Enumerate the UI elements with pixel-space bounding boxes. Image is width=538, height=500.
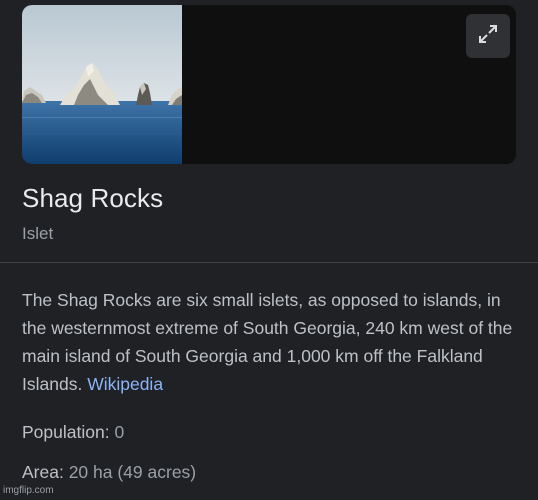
place-type: Islet: [22, 224, 54, 243]
divider: [0, 262, 538, 263]
area-value: 20 ha (49 acres): [68, 462, 197, 482]
imgflip-watermark: imgflip.com: [3, 485, 54, 496]
population-value: 0: [114, 422, 125, 442]
fact-area: Area: 20 ha (49 acres): [22, 462, 196, 483]
fact-population: Population: 0: [22, 422, 124, 443]
description-block: The Shag Rocks are six small islets, as …: [22, 286, 522, 398]
expand-button[interactable]: [466, 14, 510, 58]
population-label: Population:: [22, 422, 110, 442]
media-gallery: [22, 5, 516, 164]
area-label: Area:: [22, 462, 64, 482]
place-photo[interactable]: [22, 5, 182, 164]
knowledge-panel: Shag Rocks Islet The Shag Rocks are six …: [0, 0, 538, 500]
wikipedia-link[interactable]: Wikipedia: [87, 374, 163, 394]
place-title: Shag Rocks: [22, 183, 164, 213]
expand-arrows-icon: [476, 22, 500, 51]
